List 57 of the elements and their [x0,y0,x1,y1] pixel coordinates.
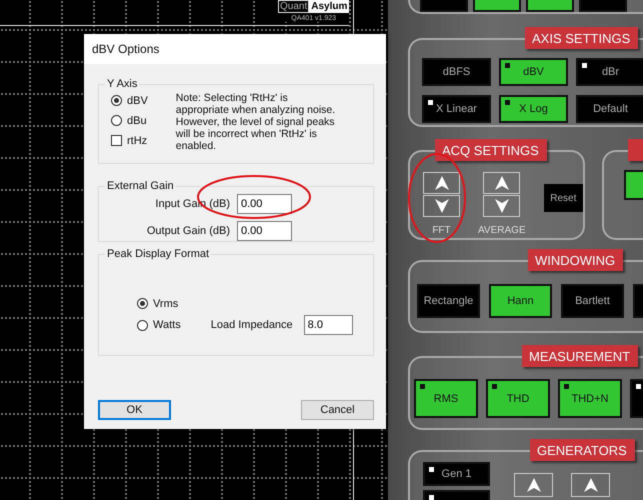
radio-button[interactable] [137,320,148,330]
toggle-button[interactable]: THD+N [558,379,622,418]
stepper-label: FFT [432,225,451,236]
section-title: WINDOWING [528,249,624,271]
toggle-button[interactable]: Hann [489,284,552,318]
increase-button[interactable] [483,172,520,194]
decrease-button[interactable] [423,195,460,217]
down-arrow-icon [494,198,510,214]
dialog-button[interactable]: OK [98,400,171,420]
section-title: ACQ SETTINGS [435,139,547,161]
option-label: rtHz [127,134,148,146]
toggle-button[interactable]: THD [486,379,550,418]
input-field[interactable]: 0.00 [237,194,292,214]
section-title: AXIS SETTINGS [525,27,638,49]
dialog-title: dBV Options [84,34,386,64]
up-arrow-icon [582,477,598,493]
toggle-button[interactable]: dBV [499,58,568,86]
radio-button[interactable] [111,115,122,126]
toggle-button[interactable]: Gen 1 [423,462,490,486]
option-label: dBV [127,94,148,106]
dialog-button[interactable]: Cancel [301,400,374,420]
field-label: Output Gain (dB) [146,225,230,237]
toggle-button[interactable]: Bartlett [561,284,624,318]
increase-button[interactable] [514,473,553,497]
toggle-button[interactable]: X Linear [422,95,491,123]
group-label: Y Axis [106,78,138,90]
option-label: Vrms [153,298,178,310]
section-title: GENERATORS [530,439,635,461]
radio-button[interactable] [137,298,148,309]
increase-button[interactable] [423,172,460,194]
up-arrow-icon [526,477,542,493]
input-field[interactable]: 0.00 [237,221,292,241]
option-label: Watts [153,319,181,331]
toggle-button[interactable]: X Log [499,95,568,123]
group-label: External Gain [106,180,175,192]
field-label: Load Impedance [210,319,293,331]
up-arrow-icon [434,175,450,191]
note-text: Note: Selecting 'RtHz' is appropriate when analyzing noise. However, the level of signal peaks will be incorrect when 'RtHz' is enabled. [176,92,336,152]
up-arrow-icon [494,175,510,191]
logo-text: Quant [278,0,310,13]
section-title: MEASUREMENT [522,345,638,367]
decrease-button[interactable] [483,195,520,217]
stepper-label: AVERAGE [478,225,526,236]
toggle-button[interactable]: Default [576,95,643,123]
logo-text: Asylum [309,0,350,13]
radio-button[interactable] [111,95,122,106]
toggle-button[interactable]: dBFS [422,58,491,86]
checkbox[interactable] [111,135,122,146]
group-label: Peak Display Format [106,248,210,260]
toggle-button[interactable]: Rectangle [417,284,480,318]
reset-button[interactable]: Reset [544,184,583,212]
option-label: dBu [127,114,147,126]
toggle-button[interactable]: dBr [576,58,643,86]
increase-button[interactable] [571,473,610,497]
down-arrow-icon [434,198,450,214]
toggle-button[interactable]: RMS [414,379,478,418]
input-field[interactable]: 8.0 [304,315,353,335]
